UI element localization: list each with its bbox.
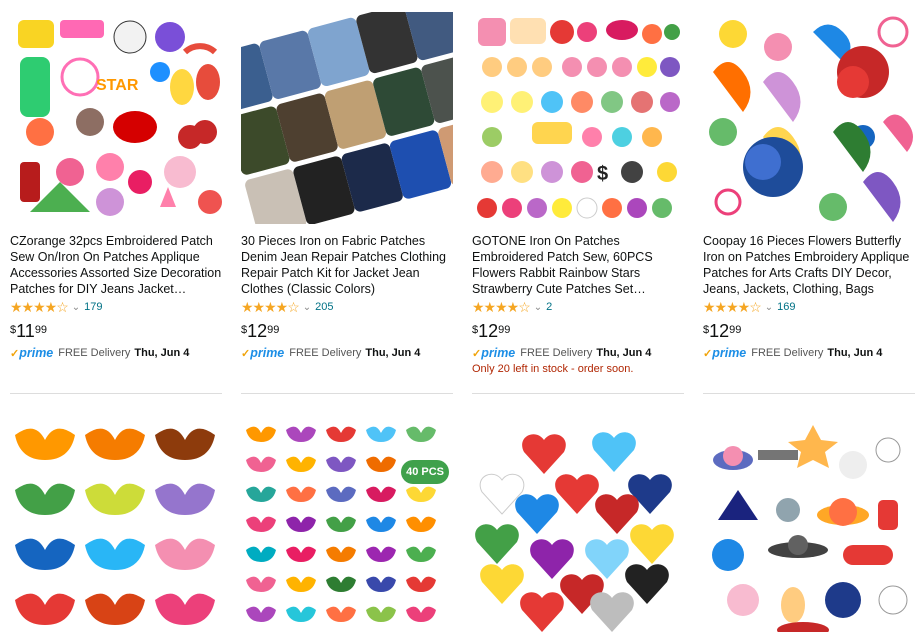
price: $ 12 99 — [241, 321, 453, 343]
delivery-date: Thu, Jun 4 — [365, 347, 421, 359]
count-badge: 40 PCS — [401, 460, 449, 484]
price: $ 11 99 — [10, 321, 222, 343]
product-title[interactable]: GOTONE Iron On Patches Embroidered Patch… — [472, 233, 684, 297]
prime-logo: prime — [712, 346, 747, 360]
prime-logo: prime — [250, 346, 285, 360]
review-count[interactable]: 205 — [315, 301, 333, 313]
product-card[interactable] — [703, 420, 915, 632]
prime-logo: prime — [481, 346, 516, 360]
delivery-info: ✓ prime FREE Delivery Thu, Jun 4 — [703, 346, 915, 360]
product-card[interactable]: 40 PCS — [241, 420, 453, 632]
price-whole: 12 — [247, 321, 268, 341]
check-icon: ✓ — [703, 347, 713, 360]
product-image[interactable] — [241, 12, 453, 224]
delivery-info: ✓ prime FREE Delivery Thu, Jun 4 — [241, 346, 453, 360]
price-whole: 11 — [16, 321, 35, 341]
delivery-text: FREE Delivery — [751, 347, 824, 359]
delivery-date: Thu, Jun 4 — [827, 347, 883, 359]
star-rating-icon: ★★★★☆ — [472, 298, 531, 315]
product-title[interactable]: Coopay 16 Pieces Flowers Butterfly Iron … — [703, 233, 915, 297]
product-image[interactable] — [10, 420, 222, 632]
divider — [10, 393, 222, 394]
svg-text:STAR: STAR — [96, 77, 139, 94]
delivery-date: Thu, Jun 4 — [596, 347, 652, 359]
product-image[interactable] — [703, 12, 915, 224]
price-fraction: 99 — [34, 324, 48, 336]
check-icon: ✓ — [241, 347, 251, 360]
product-image[interactable] — [472, 420, 684, 632]
check-icon: ✓ — [10, 347, 20, 360]
product-image[interactable]: $ — [472, 12, 684, 224]
rating[interactable]: ★★★★☆ ⌄ 179 — [10, 299, 222, 315]
star-rating-icon: ★★★★☆ — [241, 298, 300, 315]
product-image[interactable] — [703, 420, 915, 632]
chevron-down-icon[interactable]: ⌄ — [765, 302, 773, 313]
delivery-text: FREE Delivery — [289, 347, 362, 359]
rating[interactable]: ★★★★☆ ⌄ 2 — [472, 299, 684, 315]
product-card[interactable] — [10, 420, 222, 632]
delivery-info: ✓ prime FREE Delivery Thu, Jun 4 — [472, 346, 684, 360]
delivery-text: FREE Delivery — [520, 347, 593, 359]
delivery-info: ✓ prime FREE Delivery Thu, Jun 4 — [10, 346, 222, 360]
svg-text:$: $ — [597, 163, 608, 185]
product-card[interactable]: 30 Pieces Iron on Fabric Patches Denim J… — [241, 12, 453, 360]
product-title[interactable]: 30 Pieces Iron on Fabric Patches Denim J… — [241, 233, 453, 297]
chevron-down-icon[interactable]: ⌄ — [303, 302, 311, 313]
product-title[interactable]: CZorange 32pcs Embroidered Patch Sew On/… — [10, 233, 222, 297]
price: $ 12 99 — [703, 321, 915, 343]
price-fraction: 99 — [729, 324, 742, 336]
product-card[interactable]: STAR CZorange 32pcs Embroidered Patch Se… — [10, 12, 222, 360]
star-rating-icon: ★★★★☆ — [703, 298, 762, 315]
review-count[interactable]: 2 — [546, 301, 552, 313]
product-card[interactable] — [472, 420, 684, 632]
price-whole: 12 — [478, 321, 499, 341]
price-fraction: 99 — [498, 324, 511, 336]
divider — [703, 393, 915, 394]
product-card[interactable]: $ GOTONE Iron On Patches Embroidered Pat… — [472, 12, 684, 375]
price-fraction: 99 — [267, 324, 280, 336]
divider — [241, 393, 453, 394]
chevron-down-icon[interactable]: ⌄ — [534, 302, 542, 313]
check-icon: ✓ — [472, 347, 482, 360]
star-rating-icon: ★★★★☆ — [10, 298, 69, 315]
product-image[interactable]: 40 PCS — [241, 420, 453, 632]
delivery-text: FREE Delivery — [58, 347, 131, 359]
divider — [472, 393, 684, 394]
stock-warning: Only 20 left in stock - order soon. — [472, 363, 634, 375]
chevron-down-icon[interactable]: ⌄ — [72, 302, 80, 313]
product-card[interactable]: Coopay 16 Pieces Flowers Butterfly Iron … — [703, 12, 915, 360]
prime-logo: prime — [19, 346, 54, 360]
price-whole: 12 — [709, 321, 730, 341]
delivery-date: Thu, Jun 4 — [134, 347, 190, 359]
review-count[interactable]: 179 — [84, 301, 102, 313]
price: $ 12 99 — [472, 321, 684, 343]
rating[interactable]: ★★★★☆ ⌄ 169 — [703, 299, 915, 315]
product-image[interactable]: STAR — [10, 12, 222, 224]
rating[interactable]: ★★★★☆ ⌄ 205 — [241, 299, 453, 315]
review-count[interactable]: 169 — [777, 301, 795, 313]
